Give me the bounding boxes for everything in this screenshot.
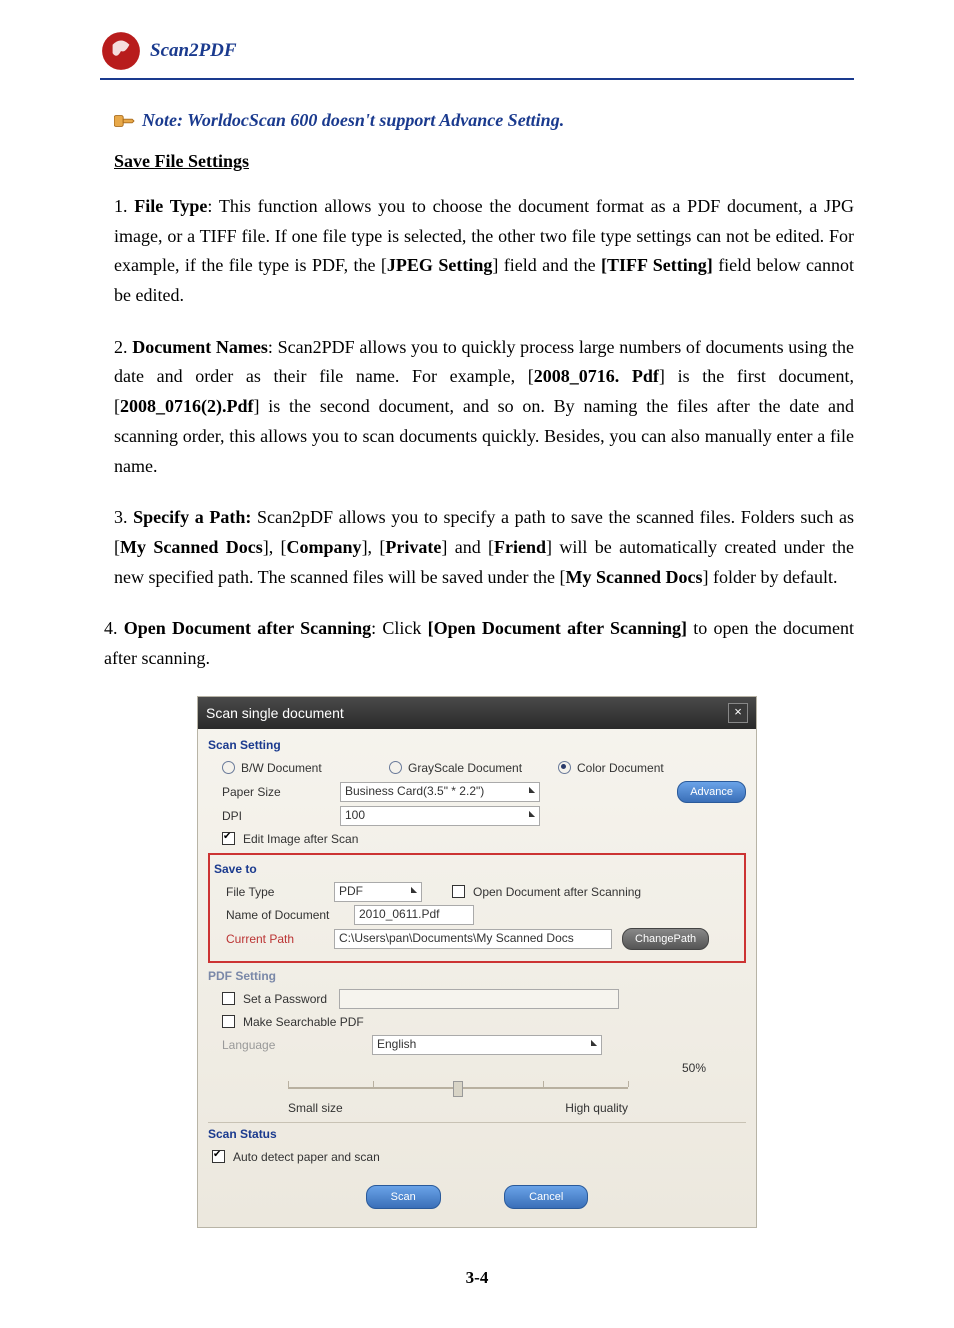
path-input[interactable]: C:\Users\pan\Documents\My Scanned Docs [334, 929, 612, 949]
edit-after-checkbox[interactable] [222, 832, 235, 845]
product-title: Scan2PDF [150, 40, 237, 62]
change-path-button[interactable]: ChangePath [622, 928, 709, 950]
language-select[interactable]: English [372, 1035, 602, 1055]
scan-dialog: Scan single document × Scan Setting B/W … [197, 696, 757, 1228]
password-label: Set a Password [243, 992, 327, 1006]
radio-color[interactable] [558, 761, 571, 774]
logo-icon [100, 30, 142, 72]
dialog-titlebar: Scan single document × [198, 697, 756, 729]
pdf-setting-title: PDF Setting [208, 969, 746, 983]
page-number: 3-4 [100, 1268, 854, 1288]
slider-max-label: High quality [565, 1101, 628, 1115]
note-row: Note: WorldocScan 600 doesn't support Ad… [114, 110, 854, 131]
radio-color-label: Color Document [577, 761, 664, 775]
radio-bw-label: B/W Document [241, 761, 371, 775]
slider-min-label: Small size [288, 1101, 343, 1115]
scan-setting-title: Scan Setting [208, 738, 746, 752]
list-item-1: 1. File Type: This function allows you t… [114, 192, 854, 311]
file-type-label: File Type [226, 885, 334, 899]
auto-detect-checkbox[interactable] [212, 1150, 225, 1163]
note-text: Note: WorldocScan 600 doesn't support Ad… [142, 110, 564, 131]
section-title: Save File Settings [114, 151, 854, 172]
close-button[interactable]: × [728, 703, 748, 723]
hand-point-icon [114, 112, 136, 130]
quality-percent: 50% [682, 1061, 706, 1075]
list-item-3: 3. Specify a Path: Scan2pDF allows you t… [114, 503, 854, 592]
searchable-label: Make Searchable PDF [243, 1015, 364, 1029]
page-header: Scan2PDF [100, 30, 854, 80]
save-to-section: Save to File Type PDF Open Document afte… [208, 853, 746, 963]
file-type-select[interactable]: PDF [334, 882, 422, 902]
cancel-button[interactable]: Cancel [504, 1185, 588, 1209]
radio-bw[interactable] [222, 761, 235, 774]
edit-after-label: Edit Image after Scan [243, 832, 358, 846]
save-to-title: Save to [214, 862, 738, 876]
paper-size-select[interactable]: Business Card(3.5" * 2.2") [340, 782, 540, 802]
list-item-4: 4. Open Document after Scanning: Click [… [104, 614, 854, 673]
doc-name-input[interactable]: 2010_0611.Pdf [354, 905, 474, 925]
dialog-title: Scan single document [206, 705, 344, 721]
auto-detect-label: Auto detect paper and scan [233, 1150, 380, 1164]
quality-slider[interactable] [288, 1081, 628, 1095]
open-after-checkbox[interactable] [452, 885, 465, 898]
list-item-2: 2. Document Names: Scan2PDF allows you t… [114, 333, 854, 481]
advance-button[interactable]: Advance [677, 781, 746, 803]
language-label: Language [222, 1038, 372, 1052]
doc-name-label: Name of Document [226, 908, 354, 922]
path-label: Current Path [226, 932, 334, 946]
searchable-checkbox[interactable] [222, 1015, 235, 1028]
dpi-label: DPI [222, 809, 340, 823]
password-checkbox[interactable] [222, 992, 235, 1005]
password-input[interactable] [339, 989, 619, 1009]
dpi-select[interactable]: 100 [340, 806, 540, 826]
open-after-label: Open Document after Scanning [473, 885, 641, 899]
paper-size-label: Paper Size [222, 785, 340, 799]
scan-status-title: Scan Status [208, 1127, 746, 1141]
radio-gray[interactable] [389, 761, 402, 774]
radio-gray-label: GrayScale Document [408, 761, 540, 775]
scan-button[interactable]: Scan [366, 1185, 441, 1209]
